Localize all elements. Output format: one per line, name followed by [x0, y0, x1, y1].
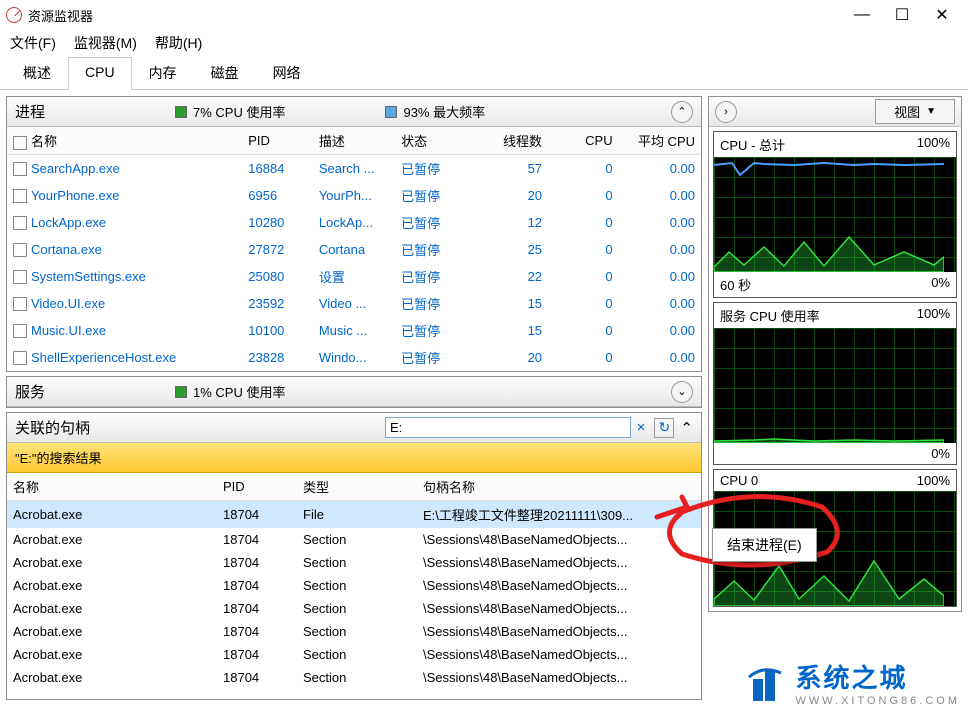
hcol-pid[interactable]: PID — [217, 473, 297, 501]
service-cpu-icon — [175, 386, 187, 398]
service-cpu-text: 1% CPU 使用率 — [193, 382, 285, 401]
processes-panel: 进程 7% CPU 使用率 93% 最大频率 ⌃ 名称 PID 描述 状态 线程… — [6, 96, 702, 372]
refresh-icon[interactable]: ↻ — [654, 418, 674, 438]
view-button[interactable]: 视图▼ — [875, 99, 955, 124]
table-row[interactable]: Acrobat.exe18704Section\Sessions\48\Base… — [7, 551, 701, 574]
menu-end-process[interactable]: 结束进程(E) — [727, 535, 802, 555]
table-row[interactable]: YourPhone.exe6956YourPh...已暂停2000.00 — [7, 182, 701, 209]
checkbox[interactable] — [13, 270, 27, 284]
table-row[interactable]: LockApp.exe10280LockAp...已暂停1200.00 — [7, 209, 701, 236]
col-threads[interactable]: 线程数 — [466, 127, 548, 155]
table-row[interactable]: Video.UI.exe23592Video ...已暂停1500.00 — [7, 290, 701, 317]
tab-overview[interactable]: 概述 — [6, 56, 68, 89]
max-freq-icon — [385, 106, 397, 118]
window-title: 资源监视器 — [28, 6, 842, 25]
tabs: 概述 CPU 内存 磁盘 网络 — [0, 56, 968, 90]
cpu-usage-text: 7% CPU 使用率 — [193, 102, 285, 121]
table-row[interactable]: ShellExperienceHost.exe23828Windo...已暂停2… — [7, 344, 701, 371]
table-row[interactable]: Acrobat.exe18704Section\Sessions\48\Base… — [7, 597, 701, 620]
maximize-button[interactable]: ☐ — [882, 1, 922, 29]
watermark-name: 系统之城 — [795, 658, 960, 695]
handles-title: 关联的句柄 — [15, 417, 385, 438]
hcol-type[interactable]: 类型 — [297, 473, 417, 501]
table-row[interactable]: SystemSettings.exe25080设置已暂停2200.00 — [7, 263, 701, 290]
dropdown-icon: ▼ — [926, 106, 936, 117]
app-icon — [6, 7, 22, 23]
close-button[interactable]: ✕ — [922, 1, 962, 29]
services-panel: 服务 1% CPU 使用率 ⌄ — [6, 376, 702, 408]
graph-title: CPU 0 — [720, 473, 758, 488]
col-cpu[interactable]: CPU — [548, 127, 619, 155]
graph-max: 100% — [917, 135, 950, 154]
graph-max: 100% — [917, 473, 950, 488]
table-row[interactable]: Music.UI.exe10100Music ...已暂停1500.00 — [7, 317, 701, 344]
services-title: 服务 — [15, 381, 175, 402]
table-row[interactable]: Acrobat.exe18704Section\Sessions\48\Base… — [7, 643, 701, 666]
processes-table: 名称 PID 描述 状态 线程数 CPU 平均 CPU SearchApp.ex… — [7, 127, 701, 371]
processes-title: 进程 — [15, 101, 175, 122]
table-row[interactable]: Acrobat.exe18704Section\Sessions\48\Base… — [7, 666, 701, 689]
clear-icon[interactable]: × — [631, 419, 652, 436]
collapse-icon[interactable]: ⌄ — [671, 381, 693, 403]
col-desc[interactable]: 描述 — [313, 127, 395, 155]
hcol-name[interactable]: 名称 — [7, 473, 217, 501]
graph-service-cpu: 服务 CPU 使用率 100% 0% — [713, 302, 957, 465]
graph-foot-right: 0% — [931, 275, 950, 294]
handles-panel: 关联的句柄 × ↻ ⌃ "E:"的搜索结果 名称 PID 类型 句柄名称 Acr… — [6, 412, 702, 700]
menu-help[interactable]: 帮助(H) — [155, 33, 202, 53]
table-row[interactable]: Acrobat.exe18704Section\Sessions\48\Base… — [7, 574, 701, 597]
tab-memory[interactable]: 内存 — [132, 56, 194, 89]
graph-foot-left: 60 秒 — [720, 275, 751, 294]
table-row[interactable]: Acrobat.exe18704Section\Sessions\48\Base… — [7, 620, 701, 643]
checkbox[interactable] — [13, 243, 27, 257]
collapse-icon[interactable]: ⌃ — [680, 419, 693, 437]
max-freq-text: 93% 最大频率 — [403, 102, 485, 121]
table-row[interactable]: SearchApp.exe16884Search ...已暂停5700.00 — [7, 155, 701, 183]
menu-monitor[interactable]: 监视器(M) — [74, 33, 137, 53]
tab-cpu[interactable]: CPU — [68, 57, 132, 90]
cpu-usage-icon — [175, 106, 187, 118]
graph-cpu-total: CPU - 总计 100% 60 秒 0% — [713, 131, 957, 298]
services-header[interactable]: 服务 1% CPU 使用率 ⌄ — [7, 377, 701, 407]
col-name[interactable]: 名称 — [7, 127, 242, 155]
graph-foot-right: 0% — [931, 446, 950, 461]
checkbox[interactable] — [13, 297, 27, 311]
checkbox[interactable] — [13, 351, 27, 365]
menubar: 文件(F) 监视器(M) 帮助(H) — [0, 30, 968, 56]
graph-max: 100% — [917, 306, 950, 325]
tab-network[interactable]: 网络 — [256, 56, 318, 89]
processes-header[interactable]: 进程 7% CPU 使用率 93% 最大频率 ⌃ — [7, 97, 701, 127]
graph-title: 服务 CPU 使用率 — [720, 306, 820, 325]
checkbox[interactable] — [13, 324, 27, 338]
checkbox[interactable] — [13, 189, 27, 203]
watermark: 系统之城 WWW.XITONG86.COM — [743, 658, 960, 707]
watermark-logo-icon — [743, 661, 787, 705]
context-menu: 结束进程(E) — [712, 528, 817, 562]
titlebar: 资源监视器 — ☐ ✕ — [0, 0, 968, 30]
minimize-button[interactable]: — — [842, 1, 882, 29]
col-avgcpu[interactable]: 平均 CPU — [619, 127, 701, 155]
expand-icon[interactable]: › — [715, 101, 737, 123]
hcol-handle[interactable]: 句柄名称 — [417, 473, 701, 501]
graph-controls: › 视图▼ — [709, 97, 961, 127]
menu-file[interactable]: 文件(F) — [10, 33, 56, 53]
handles-header: 关联的句柄 × ↻ ⌃ — [7, 413, 701, 443]
handles-table: 名称 PID 类型 句柄名称 Acrobat.exe18704FileE:\工程… — [7, 473, 701, 689]
watermark-url: WWW.XITONG86.COM — [795, 695, 960, 707]
graph-area — [714, 328, 956, 443]
search-results-label: "E:"的搜索结果 — [7, 443, 701, 473]
checkbox[interactable] — [13, 162, 27, 176]
col-pid[interactable]: PID — [242, 127, 313, 155]
graph-area — [714, 157, 956, 272]
checkbox[interactable] — [13, 216, 27, 230]
col-status[interactable]: 状态 — [395, 127, 466, 155]
collapse-icon[interactable]: ⌃ — [671, 101, 693, 123]
search-input[interactable] — [385, 417, 631, 438]
table-row[interactable]: Acrobat.exe18704Section\Sessions\48\Base… — [7, 528, 701, 551]
graph-title: CPU - 总计 — [720, 135, 785, 154]
table-row[interactable]: Acrobat.exe18704FileE:\工程竣工文件整理20211111\… — [7, 501, 701, 529]
tab-disk[interactable]: 磁盘 — [194, 56, 256, 89]
checkbox-all[interactable] — [13, 136, 27, 150]
table-row[interactable]: Cortana.exe27872Cortana已暂停2500.00 — [7, 236, 701, 263]
